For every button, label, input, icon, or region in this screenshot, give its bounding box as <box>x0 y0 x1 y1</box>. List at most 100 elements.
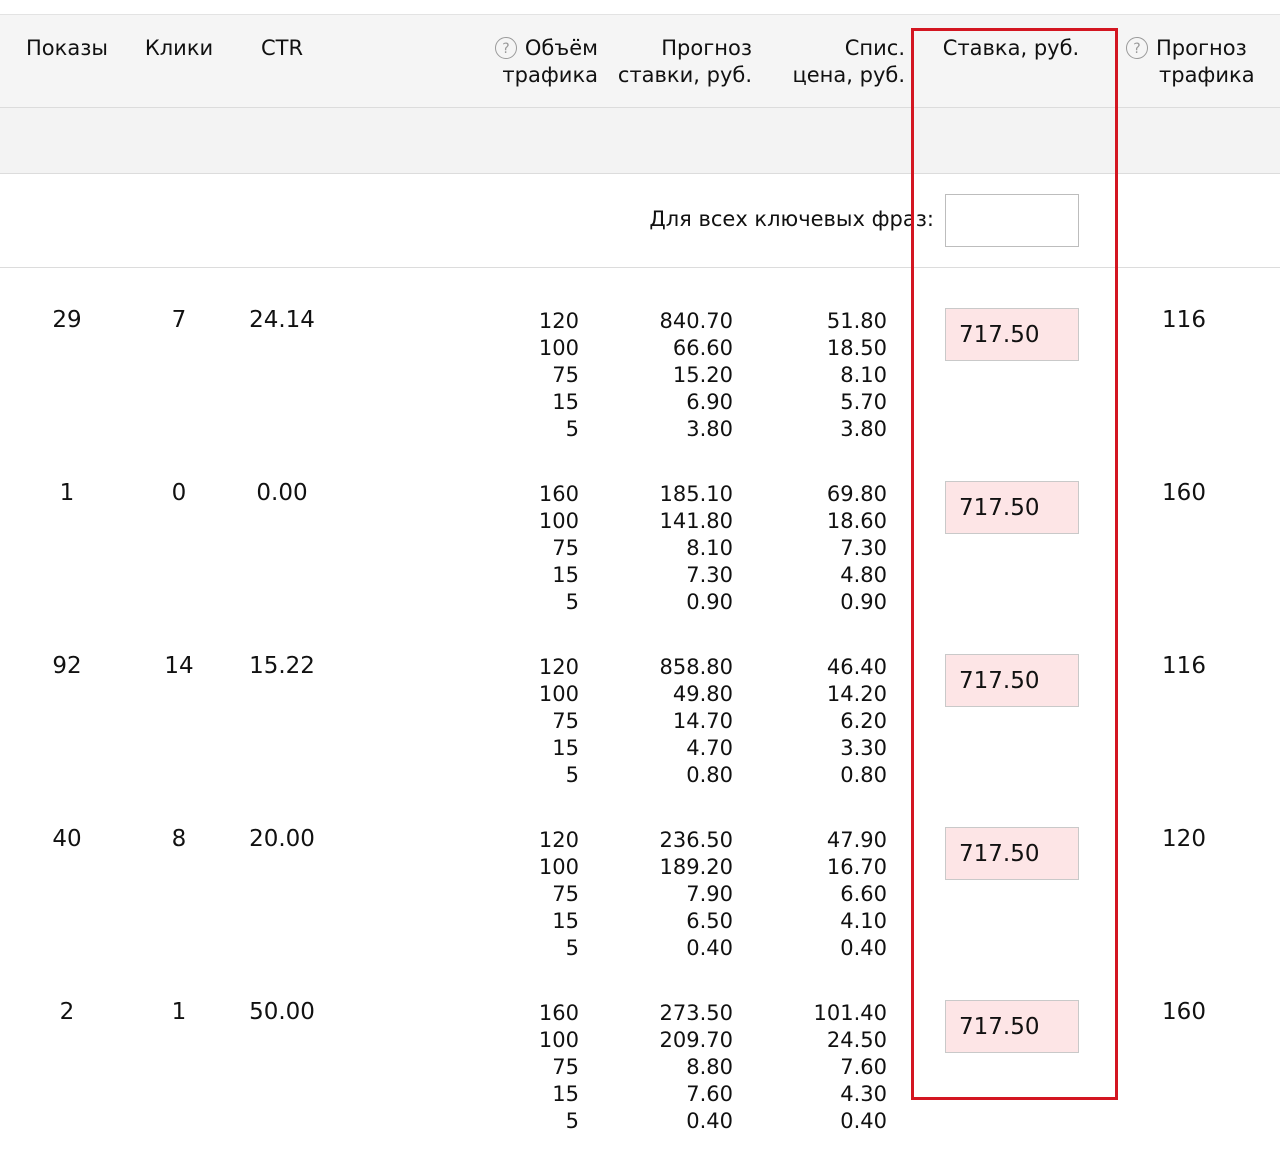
header-charge-price[interactable]: Спис. цена, руб. <box>770 35 905 89</box>
header-traffic-volume[interactable]: ? Объём трафика <box>470 35 598 89</box>
charge-price-list-value: 7.60 <box>840 1055 887 1079</box>
header-ctr[interactable]: CTR <box>232 35 332 62</box>
traffic-volume-list-value: 100 <box>538 855 579 879</box>
charge-price-list-value: 5.70 <box>840 390 887 414</box>
traffic-volume-list-value: 15 <box>552 1082 579 1106</box>
header-clicks[interactable]: Клики <box>128 35 230 62</box>
header-bid[interactable]: Ставка, руб. <box>918 35 1104 62</box>
table-row: 29 7 24.14 120 100 75 15 5 840.70 66.60 15.20 6.90 3… <box>0 268 1280 441</box>
forecast-bid-list-value: 0.90 <box>686 590 733 614</box>
all-keywords-row <box>0 174 1280 268</box>
clicks-cell: 0 <box>171 480 187 506</box>
ctr-cell: 15.22 <box>249 653 315 679</box>
traffic-volume-list-value: 5 <box>565 417 579 441</box>
forecast-bid-list-value: 858.80 <box>659 655 733 679</box>
forecast-bid-list-value: 66.60 <box>672 336 733 360</box>
charge-price-list-value: 51.80 <box>826 309 887 333</box>
shows-cell: 2 <box>59 999 75 1025</box>
charge-price-list-value: 3.80 <box>840 417 887 441</box>
charge-price-list: 101.40 24.50 7.60 4.30 0.40 <box>756 1000 887 1135</box>
charge-price-list-value: 47.90 <box>826 828 887 852</box>
traffic-volume-list-value: 15 <box>552 909 579 933</box>
charge-price-list-value: 16.70 <box>826 855 887 879</box>
clicks-cell: 8 <box>171 826 187 852</box>
traffic-volume-list: 120 100 75 15 5 <box>479 654 579 789</box>
header-shows[interactable]: Показы <box>16 35 118 62</box>
charge-price-list-value: 3.30 <box>840 736 887 760</box>
header-volume-line2: трафика <box>502 63 598 87</box>
forecast-bid-list-value: 273.50 <box>659 1001 733 1025</box>
bid-input[interactable] <box>945 1000 1079 1053</box>
forecast-bid-list-value: 236.50 <box>659 828 733 852</box>
charge-price-list-value: 24.50 <box>826 1028 887 1052</box>
traffic-volume-list: 120 100 75 15 5 <box>479 308 579 443</box>
forecast-bid-list-value: 0.40 <box>686 1109 733 1133</box>
charge-price-list: 69.80 18.60 7.30 4.80 0.90 <box>756 481 887 616</box>
charge-price-list-value: 46.40 <box>826 655 887 679</box>
traffic-volume-list-value: 5 <box>565 590 579 614</box>
charge-price-list-value: 4.10 <box>840 909 887 933</box>
forecast-bid-list-value: 6.50 <box>686 909 733 933</box>
forecast-bid-list-value: 6.90 <box>686 390 733 414</box>
forecast-bid-list: 236.50 189.20 7.90 6.50 0.40 <box>592 827 733 962</box>
traffic-volume-list-value: 160 <box>538 1001 579 1025</box>
forecast-bid-list-value: 49.80 <box>672 682 733 706</box>
charge-price-list-value: 14.20 <box>826 682 887 706</box>
forecast-bid-list-value: 0.40 <box>686 936 733 960</box>
bid-input[interactable] <box>945 654 1079 707</box>
all-keywords-bid-input[interactable] <box>945 194 1079 247</box>
help-icon[interactable]: ? <box>494 37 517 59</box>
bid-input[interactable] <box>945 308 1079 361</box>
traffic-volume-list-value: 5 <box>565 936 579 960</box>
forecast-bid-list-value: 8.10 <box>686 536 733 560</box>
help-icon[interactable]: ? <box>1126 37 1148 59</box>
group-row <box>0 108 1280 174</box>
table-row: 1 0 0.00 160 100 75 15 5 185.10 141.80 8.10 7.30 0.9… <box>0 441 1280 614</box>
ctr-cell: 0.00 <box>256 480 308 506</box>
traffic-forecast-cell: 116 <box>1162 307 1206 333</box>
header-traffic-forecast[interactable]: ? Прогноз трафика <box>1126 35 1276 89</box>
forecast-bid-list: 185.10 141.80 8.10 7.30 0.90 <box>592 481 733 616</box>
forecast-bid-list-value: 14.70 <box>672 709 733 733</box>
charge-price-list: 47.90 16.70 6.60 4.10 0.40 <box>756 827 887 962</box>
forecast-bid-list-value: 3.80 <box>686 417 733 441</box>
header-volume-line1: Объём <box>524 36 598 60</box>
charge-price-list-value: 6.20 <box>840 709 887 733</box>
header-forecast-bid-line2: ставки, руб. <box>617 63 752 87</box>
bid-input[interactable] <box>945 481 1079 534</box>
traffic-volume-list-value: 120 <box>538 309 579 333</box>
shows-cell: 29 <box>52 307 82 333</box>
traffic-volume-list-value: 15 <box>552 390 579 414</box>
forecast-bid-list-value: 185.10 <box>659 482 733 506</box>
traffic-volume-list-value: 75 <box>552 882 579 906</box>
forecast-bid-list-value: 840.70 <box>659 309 733 333</box>
traffic-volume-list-value: 100 <box>538 1028 579 1052</box>
table-row: 2 1 50.00 160 100 75 15 5 273.50 209.70 8.80 7.60 0.… <box>0 960 1280 1133</box>
charge-price-list-value: 4.30 <box>840 1082 887 1106</box>
traffic-volume-list-value: 15 <box>552 736 579 760</box>
traffic-volume-list: 120 100 75 15 5 <box>479 827 579 962</box>
charge-price-list-value: 8.10 <box>840 363 887 387</box>
charge-price-list-value: 7.30 <box>840 536 887 560</box>
forecast-bid-list-value: 0.80 <box>686 763 733 787</box>
shows-cell: 1 <box>59 480 75 506</box>
ctr-cell: 50.00 <box>249 999 315 1025</box>
traffic-volume-list-value: 75 <box>552 536 579 560</box>
clicks-cell: 14 <box>164 653 194 679</box>
clicks-cell: 7 <box>171 307 187 333</box>
header-forecast-bid[interactable]: Прогноз ставки, руб. <box>600 35 752 89</box>
traffic-volume-list-value: 5 <box>565 1109 579 1133</box>
ctr-cell: 20.00 <box>249 826 315 852</box>
forecast-bid-list-value: 189.20 <box>659 855 733 879</box>
traffic-volume-list: 160 100 75 15 5 <box>479 1000 579 1135</box>
header-charge-line2: цена, руб. <box>792 63 905 87</box>
charge-price-list-value: 0.80 <box>840 763 887 787</box>
forecast-bid-list-value: 15.20 <box>672 363 733 387</box>
ctr-cell: 24.14 <box>249 307 315 333</box>
traffic-volume-list-value: 120 <box>538 655 579 679</box>
traffic-volume-list-value: 120 <box>538 828 579 852</box>
charge-price-list-value: 101.40 <box>813 1001 887 1025</box>
charge-price-list-value: 18.60 <box>826 509 887 533</box>
forecast-bid-list-value: 4.70 <box>686 736 733 760</box>
bid-input[interactable] <box>945 827 1079 880</box>
